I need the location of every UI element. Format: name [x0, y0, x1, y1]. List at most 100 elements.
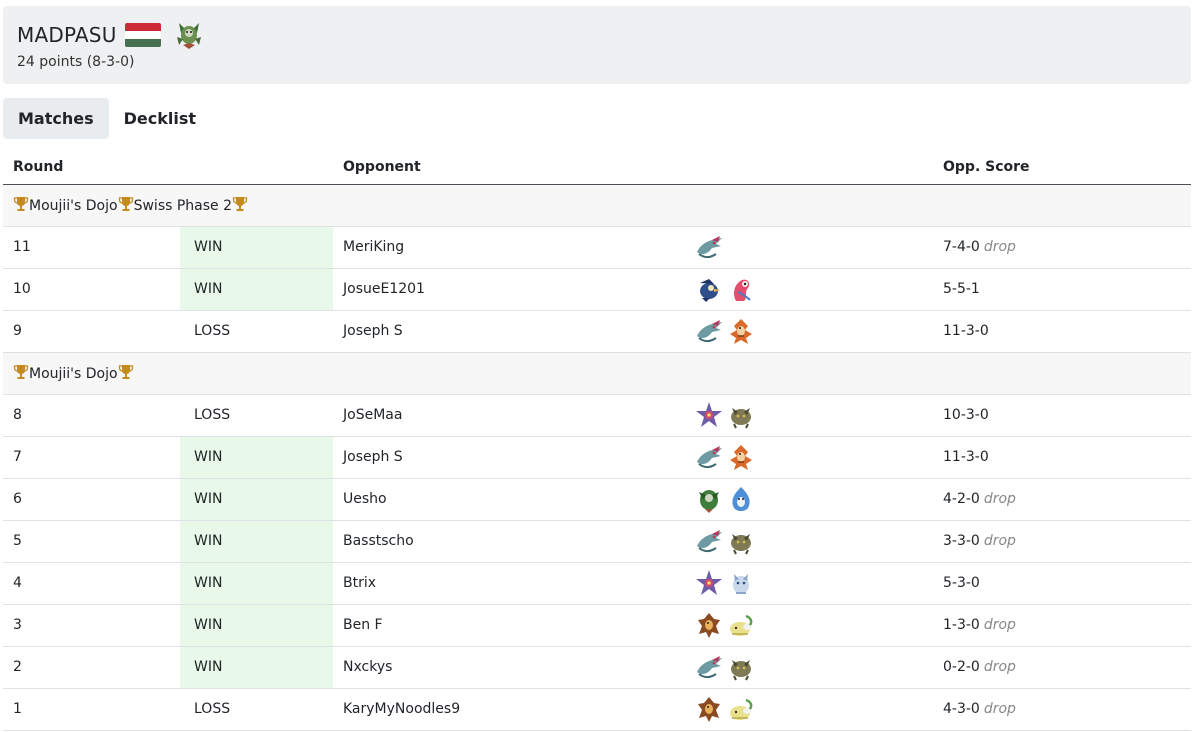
- deck-sprites[interactable]: [694, 316, 923, 346]
- opponent-name-link[interactable]: KaryMyNoodles9: [343, 701, 460, 717]
- score-value: 10-3-0: [943, 407, 989, 423]
- deck-sprites[interactable]: [694, 442, 923, 472]
- round-number: 9: [3, 310, 180, 353]
- match-row: 2 WIN Nxckys 0-2-0 drop: [3, 646, 1191, 689]
- match-result: WIN: [180, 520, 333, 563]
- opponent-name-link[interactable]: Basstscho: [343, 533, 414, 549]
- match-result: WIN: [180, 268, 333, 311]
- dragapult-sprite-icon: [697, 446, 722, 468]
- opponent-name-link[interactable]: Uesho: [343, 491, 387, 507]
- opponent-cell: Uesho: [333, 478, 684, 521]
- tab-bar: Matches Decklist: [3, 98, 211, 139]
- opponent-score: 1-3-0 drop: [933, 604, 1191, 647]
- opponent-deck: [684, 394, 933, 437]
- opponent-cell: Joseph S: [333, 310, 684, 353]
- opponent-score: 7-4-0 drop: [933, 226, 1191, 269]
- event-name[interactable]: Swiss Phase 2: [134, 198, 232, 214]
- event-group-row: Moujii's Dojo: [3, 352, 1191, 395]
- match-row: 11 WIN MeriKing 7-4-0 drop: [3, 226, 1191, 269]
- score-value: 3-3-0: [943, 533, 980, 549]
- matches-table-body: Moujii's Dojo Swiss Phase 2 11 WIN MeriKing 7…: [3, 184, 1191, 731]
- drop-label: drop: [983, 701, 1016, 717]
- opponent-score: 5-5-1: [933, 268, 1191, 311]
- match-result: LOSS: [180, 394, 333, 437]
- blue-water-sprite-icon: [732, 487, 750, 511]
- opponent-name-link[interactable]: JoSeMaa: [343, 407, 402, 423]
- round-number: 1: [3, 688, 180, 731]
- score-value: 1-3-0: [943, 617, 980, 633]
- light-blue-sprite-icon: [733, 574, 749, 594]
- opponent-name-link[interactable]: Btrix: [343, 575, 376, 591]
- trophy-icon: [232, 197, 248, 211]
- deck-sprites[interactable]: [694, 610, 923, 640]
- score-value: 5-3-0: [943, 575, 980, 591]
- drop-label: drop: [983, 659, 1016, 675]
- opponent-score: 3-3-0 drop: [933, 520, 1191, 563]
- deck-sprites[interactable]: [694, 526, 923, 556]
- olive-beast-sprite-icon: [731, 660, 751, 681]
- match-row: 4 WIN Btrix 5-3-0: [3, 562, 1191, 605]
- opponent-cell: Btrix: [333, 562, 684, 605]
- opponent-deck: [684, 436, 933, 479]
- opponent-cell: Basstscho: [333, 520, 684, 563]
- opponent-name-link[interactable]: Joseph S: [343, 449, 403, 465]
- opponent-name-link[interactable]: MeriKing: [343, 239, 404, 255]
- opponent-cell: MeriKing: [333, 226, 684, 269]
- opponent-score: 4-2-0 drop: [933, 478, 1191, 521]
- player-header-card: MADPASU 24 points (8-3-0): [3, 6, 1191, 84]
- dragapult-sprite-icon: [697, 656, 722, 678]
- tab-matches[interactable]: Matches: [3, 98, 109, 139]
- player-name: MADPASU: [17, 23, 117, 47]
- tab-decklist[interactable]: Decklist: [109, 98, 211, 139]
- olive-beast-sprite-icon: [731, 408, 751, 429]
- starmie-sprite-icon: [696, 570, 722, 595]
- pokemon-sprite-icon[interactable]: [171, 19, 207, 51]
- match-row: 7 WIN Joseph S 11-3-0: [3, 436, 1191, 479]
- opponent-name-link[interactable]: JosueE1201: [343, 281, 425, 297]
- match-row: 8 LOSS JoSeMaa 10-3-0: [3, 394, 1191, 437]
- score-value: 0-2-0: [943, 659, 980, 675]
- event-group-row: Moujii's Dojo Swiss Phase 2: [3, 184, 1191, 227]
- opponent-score: 4-3-0 drop: [933, 688, 1191, 731]
- match-row: 3 WIN Ben F 1-3-0 drop: [3, 604, 1191, 647]
- event-name[interactable]: Moujii's Dojo: [29, 366, 118, 382]
- match-result: WIN: [180, 436, 333, 479]
- opponent-score: 0-2-0 drop: [933, 646, 1191, 689]
- green-leaf-sprite-icon: [699, 490, 719, 513]
- opponent-deck: [684, 478, 933, 521]
- deck-sprites[interactable]: [694, 484, 923, 514]
- dragapult-sprite-icon: [697, 530, 722, 552]
- match-row: 9 LOSS Joseph S 11-3-0: [3, 310, 1191, 353]
- player-points: 24 points (8-3-0): [17, 54, 135, 70]
- pink-bird-sprite-icon: [734, 279, 751, 301]
- event-name[interactable]: Moujii's Dojo: [29, 198, 118, 214]
- opponent-cell: Nxckys: [333, 646, 684, 689]
- deck-sprites[interactable]: [694, 694, 923, 724]
- opponent-cell: Joseph S: [333, 436, 684, 479]
- match-result: LOSS: [180, 310, 333, 353]
- deck-sprites[interactable]: [694, 232, 923, 262]
- opponent-deck: [684, 268, 933, 311]
- match-result: WIN: [180, 478, 333, 521]
- score-value: 11-3-0: [943, 323, 989, 339]
- opponent-name-link[interactable]: Joseph S: [343, 323, 403, 339]
- round-number: 10: [3, 268, 180, 311]
- round-number: 3: [3, 604, 180, 647]
- deck-sprites[interactable]: [694, 274, 923, 304]
- event-group-title: Moujii's Dojo: [3, 352, 1191, 395]
- blue-bird-sprite-icon: [700, 279, 721, 302]
- deck-sprites[interactable]: [694, 652, 923, 682]
- match-result: LOSS: [180, 688, 333, 731]
- opponent-score: 11-3-0: [933, 310, 1191, 353]
- deck-sprites[interactable]: [694, 568, 923, 598]
- round-column-header: Round: [3, 150, 180, 185]
- round-number: 11: [3, 226, 180, 269]
- opponent-cell: JoSeMaa: [333, 394, 684, 437]
- deck-sprites[interactable]: [694, 400, 923, 430]
- orange-fighter-sprite-icon: [730, 319, 752, 344]
- score-value: 5-5-1: [943, 281, 980, 297]
- score-value: 4-2-0: [943, 491, 980, 507]
- opponent-name-link[interactable]: Ben F: [343, 617, 383, 633]
- opponent-cell: JosueE1201: [333, 268, 684, 311]
- opponent-name-link[interactable]: Nxckys: [343, 659, 392, 675]
